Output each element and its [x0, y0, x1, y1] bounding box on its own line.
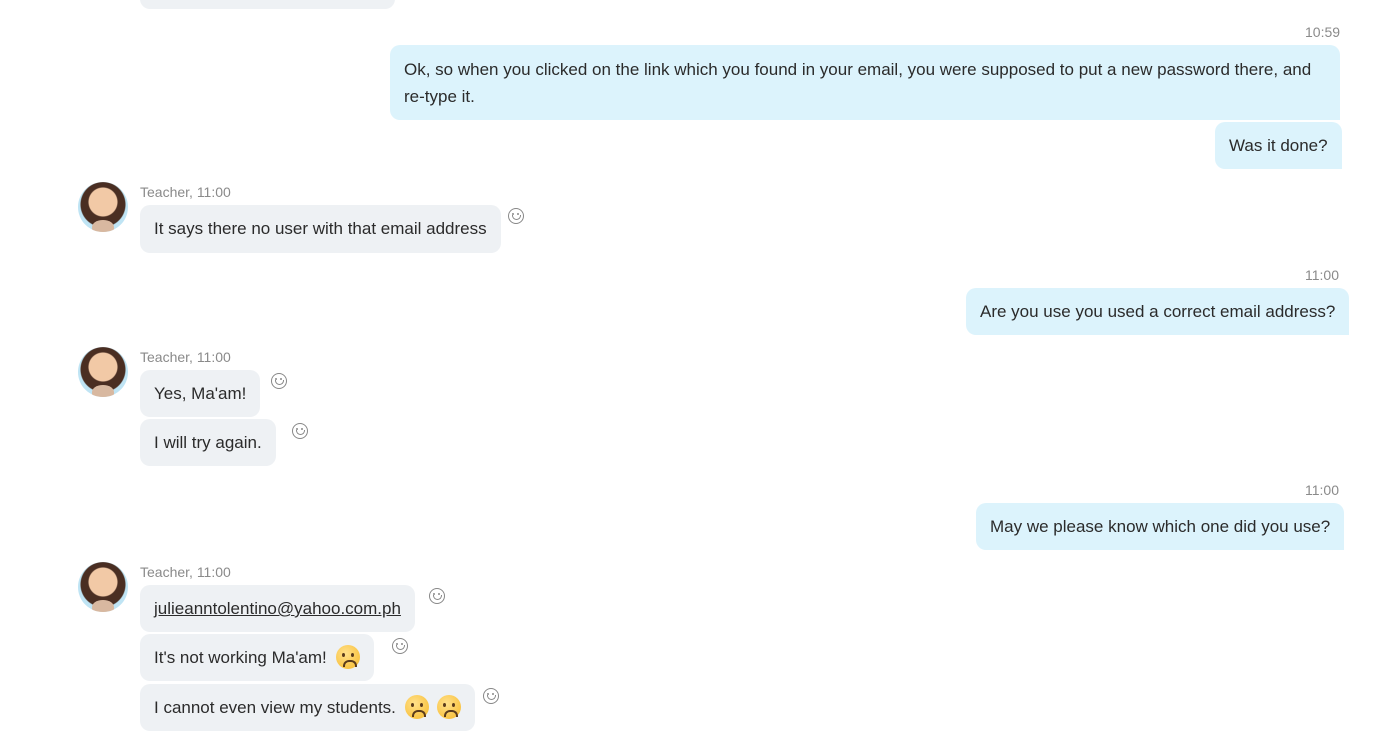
avatar[interactable]: [78, 182, 128, 232]
add-reaction-icon[interactable]: [392, 638, 408, 654]
avatar[interactable]: [78, 562, 128, 612]
frowning-face-emoji-icon: [335, 645, 360, 669]
timestamp: 11:00: [1305, 482, 1339, 498]
sender-label: Teacher, 11:00: [140, 184, 231, 200]
incoming-message[interactable]: I will try again.: [140, 419, 276, 466]
incoming-message[interactable]: I cannot even view my students.: [140, 684, 476, 731]
add-reaction-icon[interactable]: [508, 208, 524, 224]
sender-label: Teacher, 11:00: [140, 564, 231, 580]
anguished-face-emoji-icon: [437, 695, 462, 719]
timestamp: 10:59: [1305, 24, 1341, 40]
add-reaction-icon[interactable]: [429, 588, 445, 604]
outgoing-message[interactable]: May we please know which one did you use…: [976, 503, 1345, 550]
incoming-message[interactable]: It's not working Ma'am!: [140, 634, 374, 681]
email-link[interactable]: julieanntolentino@yahoo.com.ph: [154, 599, 401, 618]
avatar[interactable]: [78, 347, 128, 397]
incoming-message[interactable]: Yes, Ma'am!: [140, 370, 261, 417]
incoming-message: julieanntolentino@yahoo.com.ph: [140, 585, 415, 632]
clipped-previous-message: [140, 0, 395, 9]
message-text: It's not working Ma'am!: [154, 648, 327, 667]
outgoing-message[interactable]: Are you use you used a correct email add…: [966, 288, 1350, 335]
message-text: I cannot even view my students.: [154, 698, 396, 717]
add-reaction-icon[interactable]: [292, 423, 308, 439]
sender-label: Teacher, 11:00: [140, 349, 231, 365]
outgoing-message[interactable]: Ok, so when you clicked on the link whic…: [390, 45, 1340, 120]
anguished-face-emoji-icon: [404, 695, 429, 719]
add-reaction-icon[interactable]: [271, 373, 287, 389]
incoming-message[interactable]: It says there no user with that email ad…: [140, 205, 501, 253]
add-reaction-icon[interactable]: [483, 688, 499, 704]
outgoing-message[interactable]: Was it done?: [1215, 122, 1342, 169]
timestamp: 11:00: [1305, 267, 1339, 283]
